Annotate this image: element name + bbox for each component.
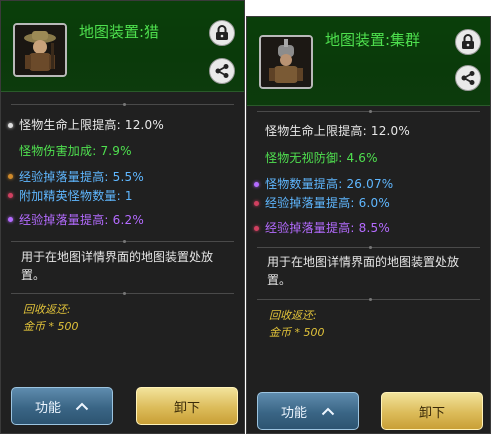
divider [11,292,234,295]
unload-button[interactable]: 卸下 [381,392,483,430]
unload-button-label: 卸下 [173,400,200,416]
map-device-panel-left: 地图装置:猎 怪物生命上限提高: 12.0% 怪物伤害加成: 7.9% 经验掉落… [0,0,245,434]
share-icon [215,64,229,78]
stat-line: 怪物无视防御: 4.6% [265,151,378,165]
cluster-portrait-icon [261,37,311,87]
share-icon [461,71,475,85]
stat-line: 经验掉落量提高: 5.5% [19,170,144,184]
lock-icon [216,25,228,40]
map-device-panel-right: 地图装置:集群 怪物生命上限提高: 12.0% 怪物无视防御: 4.6% 怪物数… [246,16,491,434]
stat-line: 怪物生命上限提高: 12.0% [265,124,410,138]
stat-bullet [8,193,13,198]
recycle-value: 金币 * 500 [269,326,325,339]
lock-button[interactable] [455,29,481,55]
divider [257,246,480,249]
device-portrait [259,35,313,89]
stat-bullet [8,217,13,222]
unload-button-label: 卸下 [418,405,445,421]
device-title: 地图装置:集群 [325,31,421,49]
stat-line: 怪物伤害加成: 7.9% [19,144,132,158]
stat-line: 经验掉落量提高: 8.5% [265,221,390,235]
device-portrait [13,23,67,77]
stat-line: 怪物生命上限提高: 12.0% [19,118,164,132]
function-button-label: 功能 [280,405,307,421]
chevron-up-icon [321,407,335,415]
divider [257,298,480,301]
lock-button[interactable] [209,20,235,46]
stat-line: 怪物数量提高: 26.07% [265,177,394,191]
device-title: 地图装置:猎 [79,23,160,41]
stat-line: 附加精英怪物数量: 1 [19,189,133,203]
lock-icon [462,34,474,49]
chevron-up-icon [75,402,89,410]
panel-header: 地图装置:集群 [247,17,490,106]
recycle-value: 金币 * 500 [23,320,79,333]
stat-bullet [254,182,259,187]
device-description: 用于在地图详情界面的地图装置处放置。 [21,250,214,282]
panel-header: 地图装置:猎 [1,1,244,92]
share-button[interactable] [455,65,481,91]
divider [11,240,234,243]
stat-bullet [8,123,13,128]
function-button[interactable]: 功能 [11,387,113,425]
function-button-label: 功能 [34,400,61,416]
stat-bullet [254,226,259,231]
hunter-portrait-icon [15,25,65,75]
stat-bullet [254,201,259,206]
divider [11,103,234,106]
recycle-label: 回收返还: [269,309,317,322]
divider [257,110,480,113]
recycle-label: 回收返还: [23,303,71,316]
stat-bullet [8,174,13,179]
share-button[interactable] [209,58,235,84]
unload-button[interactable]: 卸下 [136,387,238,425]
stat-line: 经验掉落量提高: 6.2% [19,213,144,227]
function-button[interactable]: 功能 [257,392,359,430]
stat-line: 经验掉落量提高: 6.0% [265,196,390,210]
device-description: 用于在地图详情界面的地图装置处放置。 [267,255,460,287]
